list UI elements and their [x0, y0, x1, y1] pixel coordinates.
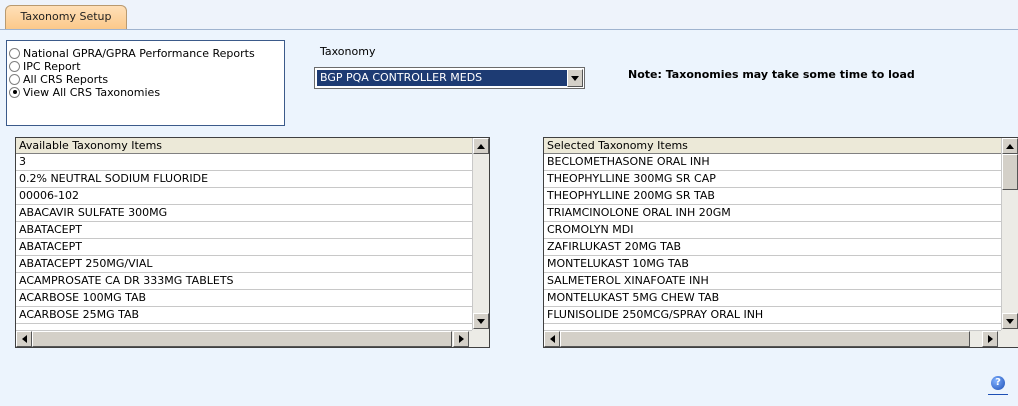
- available-items-list[interactable]: Available Taxonomy Items 3 0.2% NEUTRAL S…: [15, 137, 490, 348]
- scroll-corner: [1001, 330, 1018, 347]
- radio-label: National GPRA/GPRA Performance Reports: [23, 46, 255, 60]
- list-item[interactable]: ABACAVIR SULFATE 300MG: [16, 205, 472, 222]
- chevron-down-icon: [571, 76, 579, 81]
- horizontal-scrollbar[interactable]: [16, 330, 472, 347]
- arrow-up-icon: [477, 144, 485, 149]
- arrow-down-icon: [477, 319, 485, 324]
- list-item[interactable]: FLUNISOLIDE 250MCG/SPRAY ORAL INH: [544, 307, 1001, 324]
- arrow-right-icon: [459, 335, 464, 343]
- list-item[interactable]: TRIAMCINOLONE ORAL INH 20GM: [544, 205, 1001, 222]
- list-item[interactable]: 0.2% NEUTRAL SODIUM FLUORIDE: [16, 171, 472, 188]
- list-item[interactable]: SALMETEROL XINAFOATE INH: [544, 273, 1001, 290]
- selected-items-header: Selected Taxonomy Items: [544, 138, 1001, 154]
- radio-label: All CRS Reports: [23, 72, 109, 86]
- list-item[interactable]: ACAMPROSATE CA DR 333MG TABLETS: [16, 273, 472, 290]
- radio-option-ipc-report[interactable]: IPC Report: [9, 59, 81, 73]
- vertical-scrollbar[interactable]: [1001, 138, 1018, 330]
- scroll-right-button[interactable]: [982, 331, 998, 347]
- list-item[interactable]: THEOPHYLLINE 200MG SR TAB: [544, 188, 1001, 205]
- tab-taxonomy-setup[interactable]: Taxonomy Setup: [5, 5, 127, 29]
- list-item[interactable]: THEOPHYLLINE 300MG SR CAP: [544, 171, 1001, 188]
- scroll-up-button[interactable]: [473, 138, 489, 154]
- arrow-left-icon: [550, 335, 555, 343]
- help-underline: [988, 394, 1008, 395]
- radio-label: View All CRS Taxonomies: [23, 85, 161, 99]
- load-note: Note: Taxonomies may take some time to l…: [628, 68, 915, 81]
- radio-option-view-all-crs-taxonomies[interactable]: View All CRS Taxonomies: [9, 85, 160, 99]
- list-item[interactable]: 3: [16, 154, 472, 171]
- vertical-scrollbar[interactable]: [472, 138, 489, 330]
- arrow-right-icon: [988, 335, 993, 343]
- list-item[interactable]: MONTELUKAST 5MG CHEW TAB: [544, 290, 1001, 307]
- scroll-up-button[interactable]: [1002, 138, 1018, 154]
- list-item[interactable]: ACARBOSE 25MG TAB: [16, 307, 472, 324]
- report-type-group: National GPRA/GPRA Performance Reports I…: [6, 40, 285, 126]
- scroll-down-button[interactable]: [473, 313, 489, 329]
- taxonomy-label: Taxonomy: [320, 45, 376, 58]
- list-item[interactable]: ABATACEPT: [16, 222, 472, 239]
- radio-button[interactable]: [9, 60, 20, 72]
- selected-items-list[interactable]: Selected Taxonomy Items BECLOMETHASONE O…: [543, 137, 1018, 348]
- list-item[interactable]: 00006-102: [16, 188, 472, 205]
- radio-button[interactable]: [9, 47, 20, 59]
- tab-strip: Taxonomy Setup: [0, 0, 1018, 30]
- list-item[interactable]: BECLOMETHASONE ORAL INH: [544, 154, 1001, 171]
- selected-items-rows: BECLOMETHASONE ORAL INH THEOPHYLLINE 300M…: [544, 154, 1001, 324]
- available-items-header: Available Taxonomy Items: [16, 138, 472, 154]
- horizontal-scroll-thumb[interactable]: [560, 331, 970, 347]
- scroll-right-button[interactable]: [453, 331, 469, 347]
- dropdown-button[interactable]: [567, 69, 583, 87]
- radio-option-national-gpra[interactable]: National GPRA/GPRA Performance Reports: [9, 46, 255, 60]
- list-item[interactable]: ACARBOSE 100MG TAB: [16, 290, 472, 307]
- horizontal-scroll-thumb[interactable]: [32, 331, 452, 347]
- list-item[interactable]: ZAFIRLUKAST 20MG TAB: [544, 239, 1001, 256]
- list-item[interactable]: MONTELUKAST 10MG TAB: [544, 256, 1001, 273]
- scroll-corner: [472, 330, 489, 347]
- list-item[interactable]: ABATACEPT 250MG/VIAL: [16, 256, 472, 273]
- horizontal-scrollbar[interactable]: [544, 330, 1001, 347]
- scroll-left-button[interactable]: [544, 331, 560, 347]
- radio-label: IPC Report: [23, 59, 81, 73]
- arrow-down-icon: [1006, 319, 1014, 324]
- radio-button[interactable]: [9, 73, 20, 85]
- available-items-rows: 3 0.2% NEUTRAL SODIUM FLUORIDE 00006-102 AB…: [16, 154, 472, 324]
- radio-option-all-crs-reports[interactable]: All CRS Reports: [9, 72, 108, 86]
- arrow-left-icon: [22, 335, 27, 343]
- taxonomy-selected-value: BGP PQA CONTROLLER MEDS: [317, 70, 567, 86]
- taxonomy-select[interactable]: BGP PQA CONTROLLER MEDS: [314, 67, 585, 89]
- vertical-scroll-thumb[interactable]: [1002, 154, 1018, 190]
- list-item[interactable]: ABATACEPT: [16, 239, 472, 256]
- list-item[interactable]: CROMOLYN MDI: [544, 222, 1001, 239]
- help-icon[interactable]: ?: [991, 376, 1005, 390]
- scroll-down-button[interactable]: [1002, 313, 1018, 329]
- scroll-left-button[interactable]: [16, 331, 32, 347]
- radio-button-checked[interactable]: [9, 86, 20, 98]
- arrow-up-icon: [1006, 144, 1014, 149]
